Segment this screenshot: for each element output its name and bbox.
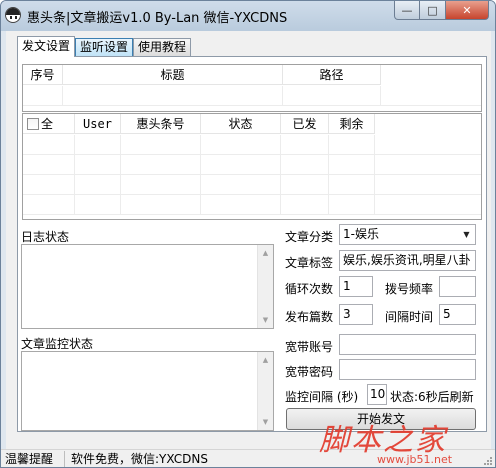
maximize-button[interactable]: □ <box>420 1 446 20</box>
monitor-status-text: 状态:6秒后刷新 <box>390 390 474 404</box>
chevron-down-icon[interactable]: ▼ <box>458 225 475 244</box>
table-row[interactable] <box>23 195 481 215</box>
column-header-user[interactable]: User <box>75 114 121 134</box>
broadband-account-label: 宽带账号 <box>285 340 334 354</box>
tab-monitor-settings[interactable]: 监听设置 <box>75 38 134 56</box>
column-header-select-all[interactable]: 全 <box>23 114 75 134</box>
broadband-password-input[interactable] <box>339 359 476 380</box>
main-window: 惠头条|文章搬运v1.0 By-Lan 微信-YXCDNS — □ ✕ 发文设置… <box>0 0 496 468</box>
title-grid-header: 序号 标题 路径 <box>23 65 381 85</box>
account-grid-header: 全 User 惠头条号 状态 已发 剩余 <box>23 114 375 134</box>
broadband-password-label: 宽带密码 <box>285 365 334 379</box>
tags-input[interactable]: 娱乐,娱乐资讯,明星八卦 <box>339 250 476 271</box>
title-bar[interactable]: 惠头条|文章搬运v1.0 By-Lan 微信-YXCDNS — □ ✕ <box>1 1 495 31</box>
post-count-label: 发布篇数 <box>285 310 334 324</box>
tab-strip: 发文设置 监听设置 使用教程 <box>17 36 192 57</box>
monitor-log-scrollbar[interactable]: ▲ ▼ <box>257 352 273 430</box>
select-all-label: 全 <box>41 117 54 131</box>
category-value: 1-娱乐 <box>343 227 379 241</box>
interval-time-label: 间隔时间 <box>385 310 434 324</box>
post-count-input[interactable]: 3 <box>339 304 373 325</box>
window-title: 惠头条|文章搬运v1.0 By-Lan 微信-YXCDNS <box>27 11 288 26</box>
title-list-grid[interactable]: 序号 标题 路径 <box>22 64 482 112</box>
monitor-status-label: 文章监控状态 <box>21 337 94 351</box>
log-scrollbar[interactable]: ▲ ▼ <box>257 245 273 328</box>
column-header-index[interactable]: 序号 <box>23 65 63 85</box>
monitor-status-textarea[interactable]: ▲ ▼ <box>21 351 274 431</box>
close-icon: ✕ <box>462 3 472 17</box>
column-header-sent[interactable]: 已发 <box>281 114 329 134</box>
watermark: 脚本之家 www.jb51.net <box>319 415 495 467</box>
client-area: 发文设置 监听设置 使用教程 序号 标题 路径 全 User 惠头条号 状态 已… <box>6 31 491 449</box>
interval-time-input[interactable]: 5 <box>439 304 476 325</box>
column-header-title[interactable]: 标题 <box>63 65 283 85</box>
log-status-label: 日志状态 <box>21 230 70 244</box>
window-controls: — □ ✕ <box>394 1 489 20</box>
close-button[interactable]: ✕ <box>446 1 489 20</box>
tab-publish-settings[interactable]: 发文设置 <box>17 36 76 57</box>
monitor-interval-input[interactable]: 10 <box>367 384 387 405</box>
minimize-icon: — <box>401 3 413 17</box>
scroll-up-icon[interactable]: ▲ <box>258 245 273 261</box>
broadband-account-input[interactable] <box>339 334 476 355</box>
table-row[interactable] <box>23 86 481 106</box>
table-row[interactable] <box>23 155 481 175</box>
monitor-interval-label: 监控间隔 (秒) <box>285 390 359 404</box>
dial-frequency-input[interactable] <box>439 276 476 297</box>
tab-tutorial[interactable]: 使用教程 <box>133 38 192 56</box>
scroll-up-icon[interactable]: ▲ <box>258 352 273 368</box>
category-label: 文章分类 <box>285 230 334 244</box>
publish-settings-panel: 序号 标题 路径 全 User 惠头条号 状态 已发 剩余 日志状态 ▲ ▼ 文… <box>17 56 487 432</box>
minimize-button[interactable]: — <box>394 1 420 20</box>
maximize-icon: □ <box>427 3 438 17</box>
watermark-url: www.jb51.net <box>377 453 453 466</box>
category-select[interactable]: 1-娱乐 ▼ <box>339 224 476 245</box>
select-all-checkbox[interactable] <box>27 118 39 130</box>
scroll-down-icon[interactable]: ▼ <box>258 312 273 328</box>
table-row[interactable] <box>23 135 481 155</box>
column-header-account-id[interactable]: 惠头条号 <box>121 114 201 134</box>
app-face-icon <box>5 7 21 23</box>
loop-count-input[interactable]: 1 <box>339 276 373 297</box>
tags-label: 文章标签 <box>285 256 334 270</box>
loop-count-label: 循环次数 <box>285 282 334 296</box>
status-reminder: 温馨提醒 <box>1 451 65 467</box>
column-header-path[interactable]: 路径 <box>283 65 381 85</box>
column-header-remaining[interactable]: 剩余 <box>329 114 375 134</box>
table-row[interactable] <box>23 175 481 195</box>
dial-frequency-label: 拨号频率 <box>385 282 434 296</box>
log-status-textarea[interactable]: ▲ ▼ <box>21 244 274 329</box>
account-grid[interactable]: 全 User 惠头条号 状态 已发 剩余 <box>22 113 482 220</box>
column-header-status[interactable]: 状态 <box>201 114 281 134</box>
scroll-down-icon[interactable]: ▼ <box>258 414 273 430</box>
